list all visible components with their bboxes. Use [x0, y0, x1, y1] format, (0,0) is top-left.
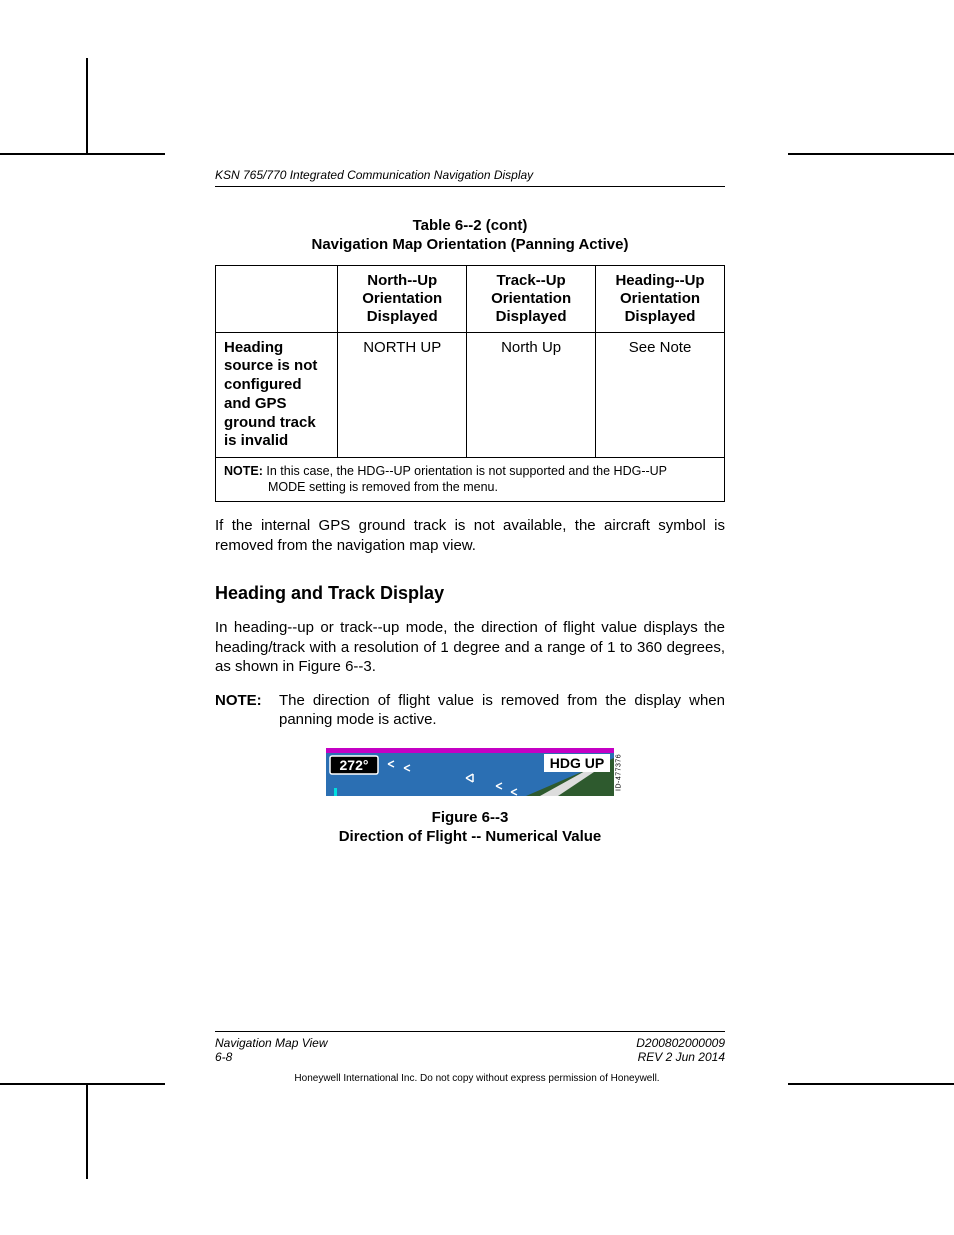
- page-footer: Navigation Map View D200802000009 6-8 RE…: [215, 1031, 725, 1065]
- crop-mark: [788, 153, 954, 155]
- table-note-row: NOTE: In this case, the HDG--UP orientat…: [216, 458, 725, 502]
- figure-image: 272° HDG UP ID-477376: [326, 748, 614, 801]
- paragraph: In heading--up or track--up mode, the di…: [215, 618, 725, 677]
- row-c2: NORTH UP: [338, 332, 467, 458]
- heading-value-text: 272°: [340, 757, 369, 773]
- page: KSN 765/770 Integrated Communication Nav…: [0, 0, 954, 1235]
- table-caption-line2: Navigation Map Orientation (Panning Acti…: [312, 236, 629, 253]
- note-block: NOTE: The direction of flight value is r…: [215, 691, 725, 730]
- th-blank: [216, 265, 338, 332]
- figure-caption-line1: Figure 6--3: [432, 809, 509, 826]
- row-c4: See Note: [596, 332, 725, 458]
- section-heading: Heading and Track Display: [215, 583, 725, 604]
- footer-right1: D200802000009: [636, 1036, 725, 1050]
- table-caption: Table 6--2 (cont) Navigation Map Orienta…: [215, 217, 725, 255]
- figure-caption: Figure 6--3 Direction of Flight -- Numer…: [215, 809, 725, 847]
- table-note-label: NOTE:: [224, 464, 263, 478]
- footer-right2: REV 2 Jun 2014: [638, 1050, 725, 1064]
- running-header: KSN 765/770 Integrated Communication Nav…: [215, 168, 725, 187]
- table-note-cell: NOTE: In this case, the HDG--UP orientat…: [216, 458, 725, 502]
- footer-left2: 6-8: [215, 1050, 232, 1064]
- copyright-line: Honeywell International Inc. Do not copy…: [0, 1073, 954, 1084]
- crop-mark: [86, 1083, 88, 1179]
- content-area: KSN 765/770 Integrated Communication Nav…: [215, 168, 725, 846]
- th-heading-up: Heading--Up Orientation Displayed: [596, 265, 725, 332]
- table-note-text-a: In this case, the HDG--UP orientation is…: [266, 464, 667, 478]
- crop-mark: [0, 153, 165, 155]
- mode-label-text: HDG UP: [550, 755, 604, 771]
- th-track-up: Track--Up Orientation Displayed: [467, 265, 596, 332]
- row-label: Heading source is not configured and GPS…: [216, 332, 338, 458]
- note-text: The direction of flight value is removed…: [279, 691, 725, 730]
- table-row: Heading source is not configured and GPS…: [216, 332, 725, 458]
- figure-caption-line2: Direction of Flight -- Numerical Value: [339, 828, 602, 845]
- th-north-up: North--Up Orientation Displayed: [338, 265, 467, 332]
- note-label: NOTE:: [215, 691, 279, 730]
- footer-left1: Navigation Map View: [215, 1036, 328, 1050]
- paragraph: If the internal GPS ground track is not …: [215, 516, 725, 555]
- crop-mark: [86, 58, 88, 154]
- figure-id-tag: ID-477376: [614, 748, 624, 796]
- table-header-row: North--Up Orientation Displayed Track--U…: [216, 265, 725, 332]
- table-note-text-b: MODE setting is removed from the menu.: [224, 480, 716, 496]
- figure-wrap: 272° HDG UP ID-477376: [215, 748, 725, 847]
- table-caption-line1: Table 6--2 (cont): [413, 217, 528, 234]
- row-c3: North Up: [467, 332, 596, 458]
- orientation-table: North--Up Orientation Displayed Track--U…: [215, 265, 725, 503]
- footer-rule: [215, 1031, 725, 1033]
- direction-of-flight-graphic: 272° HDG UP: [326, 748, 614, 796]
